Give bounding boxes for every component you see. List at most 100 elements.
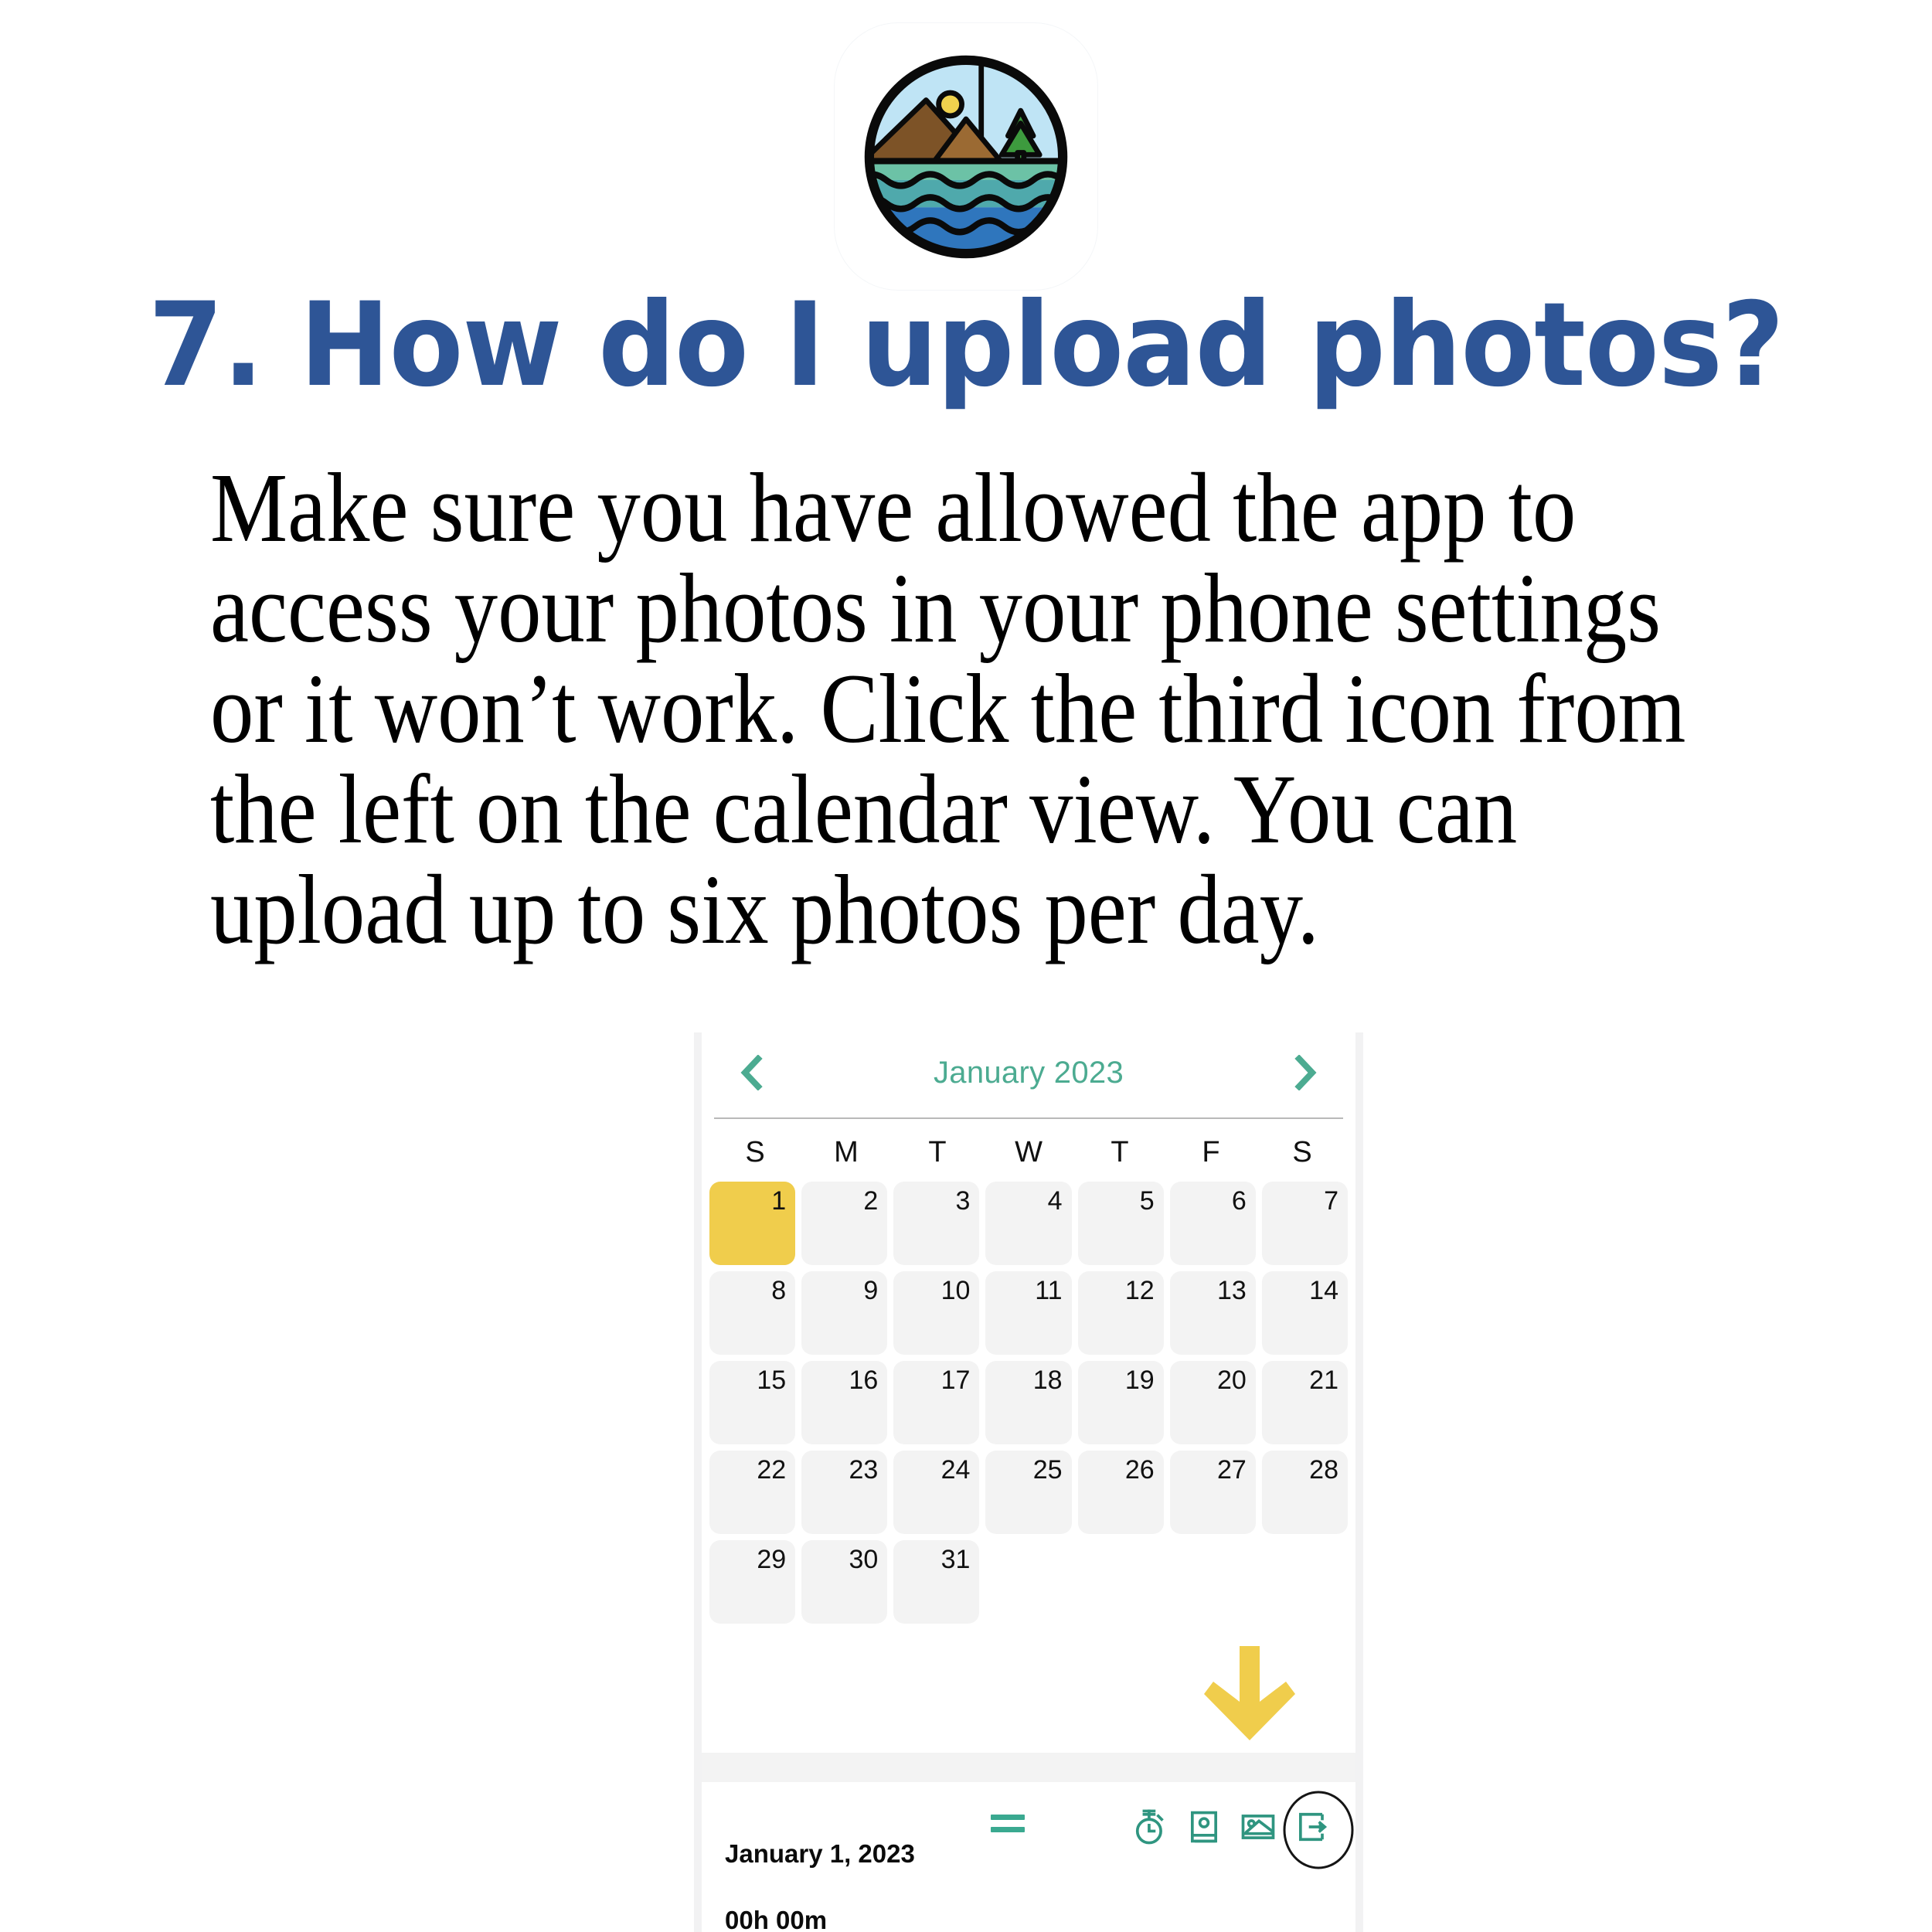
body-text: Make sure you have allowed the app to ac…	[210, 453, 1686, 964]
day-number: 14	[1309, 1276, 1338, 1305]
arrow-down-icon	[1204, 1646, 1295, 1740]
weekday-label: M	[834, 1136, 859, 1168]
next-month-button[interactable]	[1287, 1055, 1323, 1090]
day-number: 24	[940, 1455, 971, 1485]
day-cell[interactable]: 5	[1077, 1182, 1164, 1265]
day-cell[interactable]: 21	[1261, 1361, 1348, 1444]
day-cell[interactable]: 8	[709, 1271, 796, 1355]
day-number: 23	[849, 1455, 879, 1485]
day-number: 25	[1032, 1455, 1063, 1485]
day-cell[interactable]: 14	[1261, 1271, 1348, 1355]
day-cell[interactable]: 17	[893, 1361, 980, 1444]
day-number: 31	[940, 1545, 971, 1574]
weekday-label: S	[745, 1136, 765, 1168]
day-cell[interactable]: 31	[893, 1540, 980, 1624]
day-cell[interactable]: 2	[801, 1182, 888, 1265]
day-number: 1	[771, 1186, 787, 1216]
day-number: 28	[1309, 1455, 1338, 1485]
app-icon-tile	[835, 23, 1097, 290]
day-number: 4	[1047, 1186, 1063, 1216]
day-number: 20	[1217, 1366, 1247, 1395]
weekday-header-row: SMTWTFS	[709, 1136, 1348, 1169]
day-number: 18	[1032, 1366, 1063, 1395]
bottom-bar: January 1, 2023 00h 00m	[702, 1782, 1355, 1932]
day-cell[interactable]: 3	[893, 1182, 980, 1265]
day-cell[interactable]: 27	[1169, 1451, 1256, 1534]
day-number: 15	[757, 1366, 787, 1395]
equals-icon[interactable]	[990, 1815, 1025, 1839]
equals-bar-bottom	[990, 1827, 1025, 1832]
weekday-label: T	[1111, 1136, 1129, 1168]
day-number: 21	[1309, 1366, 1338, 1395]
day-cell-empty	[1262, 1540, 1348, 1624]
day-cell[interactable]: 18	[985, 1361, 1072, 1444]
day-cell-selected[interactable]: 1	[709, 1182, 796, 1265]
day-number: 10	[940, 1276, 971, 1305]
export-icon[interactable]	[1292, 1807, 1332, 1847]
chevron-left-icon	[740, 1055, 763, 1090]
day-number: 12	[1124, 1276, 1155, 1305]
calendar-divider	[714, 1117, 1343, 1119]
day-number: 17	[940, 1366, 971, 1395]
weekday-label: W	[1015, 1136, 1043, 1168]
chevron-right-icon	[1294, 1055, 1317, 1090]
day-cell[interactable]: 13	[1169, 1271, 1256, 1355]
day-number: 22	[757, 1455, 787, 1485]
day-cell[interactable]: 26	[1077, 1451, 1164, 1534]
day-number: 9	[863, 1276, 879, 1305]
bottom-bar-gap	[702, 1753, 1355, 1782]
day-cell[interactable]: 30	[801, 1540, 888, 1624]
day-cell[interactable]: 4	[985, 1182, 1072, 1265]
day-cell-empty	[985, 1540, 1071, 1624]
day-cell[interactable]: 29	[709, 1540, 796, 1624]
calendar-header: January 2023	[702, 1032, 1355, 1113]
weekday-label: F	[1202, 1136, 1220, 1168]
day-number: 8	[771, 1276, 787, 1305]
day-cell[interactable]: 9	[801, 1271, 888, 1355]
prev-month-button[interactable]	[734, 1055, 770, 1090]
day-cell[interactable]: 28	[1261, 1451, 1348, 1534]
selected-day-summary: January 1, 2023 00h 00m	[725, 1804, 915, 1932]
day-cell[interactable]: 6	[1169, 1182, 1256, 1265]
day-number: 3	[955, 1186, 971, 1216]
calendar-days-grid: 1 2 3 4 5 6 7 8 9 10 11 12 13 14 15 16 17 18 19 20 21 22 23 24 2…	[709, 1182, 1348, 1624]
day-number: 7	[1324, 1186, 1338, 1216]
day-cell[interactable]: 12	[1077, 1271, 1164, 1355]
day-number: 2	[863, 1186, 879, 1216]
day-cell[interactable]: 24	[893, 1451, 980, 1534]
weekday-label: S	[1292, 1136, 1312, 1168]
day-number: 29	[757, 1545, 787, 1574]
bottom-bar-icon-group	[1130, 1791, 1354, 1869]
day-cell[interactable]: 10	[893, 1271, 980, 1355]
day-number: 16	[849, 1366, 879, 1395]
day-cell[interactable]: 23	[801, 1451, 888, 1534]
landscape-photo-app-icon	[864, 55, 1068, 258]
day-cell-empty	[1078, 1540, 1164, 1624]
weekday-label: T	[928, 1136, 947, 1168]
day-number: 5	[1139, 1186, 1155, 1216]
journal-icon[interactable]	[1184, 1807, 1224, 1847]
photo-icon[interactable]	[1238, 1807, 1278, 1847]
day-cell[interactable]: 19	[1077, 1361, 1164, 1444]
day-number: 13	[1217, 1276, 1247, 1305]
down-arrow-annotation	[1199, 1646, 1300, 1745]
day-number: 27	[1217, 1455, 1247, 1485]
calendar-view: January 2023 SMTWTFS 1 2 3 4 5 6 7 8 9 10 11 12 13 14…	[702, 1032, 1355, 1753]
day-cell[interactable]: 25	[985, 1451, 1072, 1534]
day-cell[interactable]: 16	[801, 1361, 888, 1444]
day-number: 30	[849, 1545, 879, 1574]
equals-bar-top	[990, 1815, 1025, 1820]
stopwatch-icon[interactable]	[1130, 1807, 1170, 1847]
day-cell[interactable]: 20	[1169, 1361, 1256, 1444]
day-cell[interactable]: 22	[709, 1451, 796, 1534]
day-number: 19	[1124, 1366, 1155, 1395]
day-cell[interactable]: 7	[1261, 1182, 1348, 1265]
day-number: 26	[1124, 1455, 1155, 1485]
day-cell[interactable]: 15	[709, 1361, 796, 1444]
day-cell-empty	[1170, 1540, 1256, 1624]
day-cell[interactable]: 11	[985, 1271, 1072, 1355]
calendar-screenshot: January 2023 SMTWTFS 1 2 3 4 5 6 7 8 9 10 11 12 13 14…	[694, 1032, 1363, 1932]
page-title: 7. How do I upload photos?	[148, 278, 1784, 413]
selected-date-label: January 1, 2023	[725, 1839, 915, 1868]
day-number: 6	[1231, 1186, 1247, 1216]
